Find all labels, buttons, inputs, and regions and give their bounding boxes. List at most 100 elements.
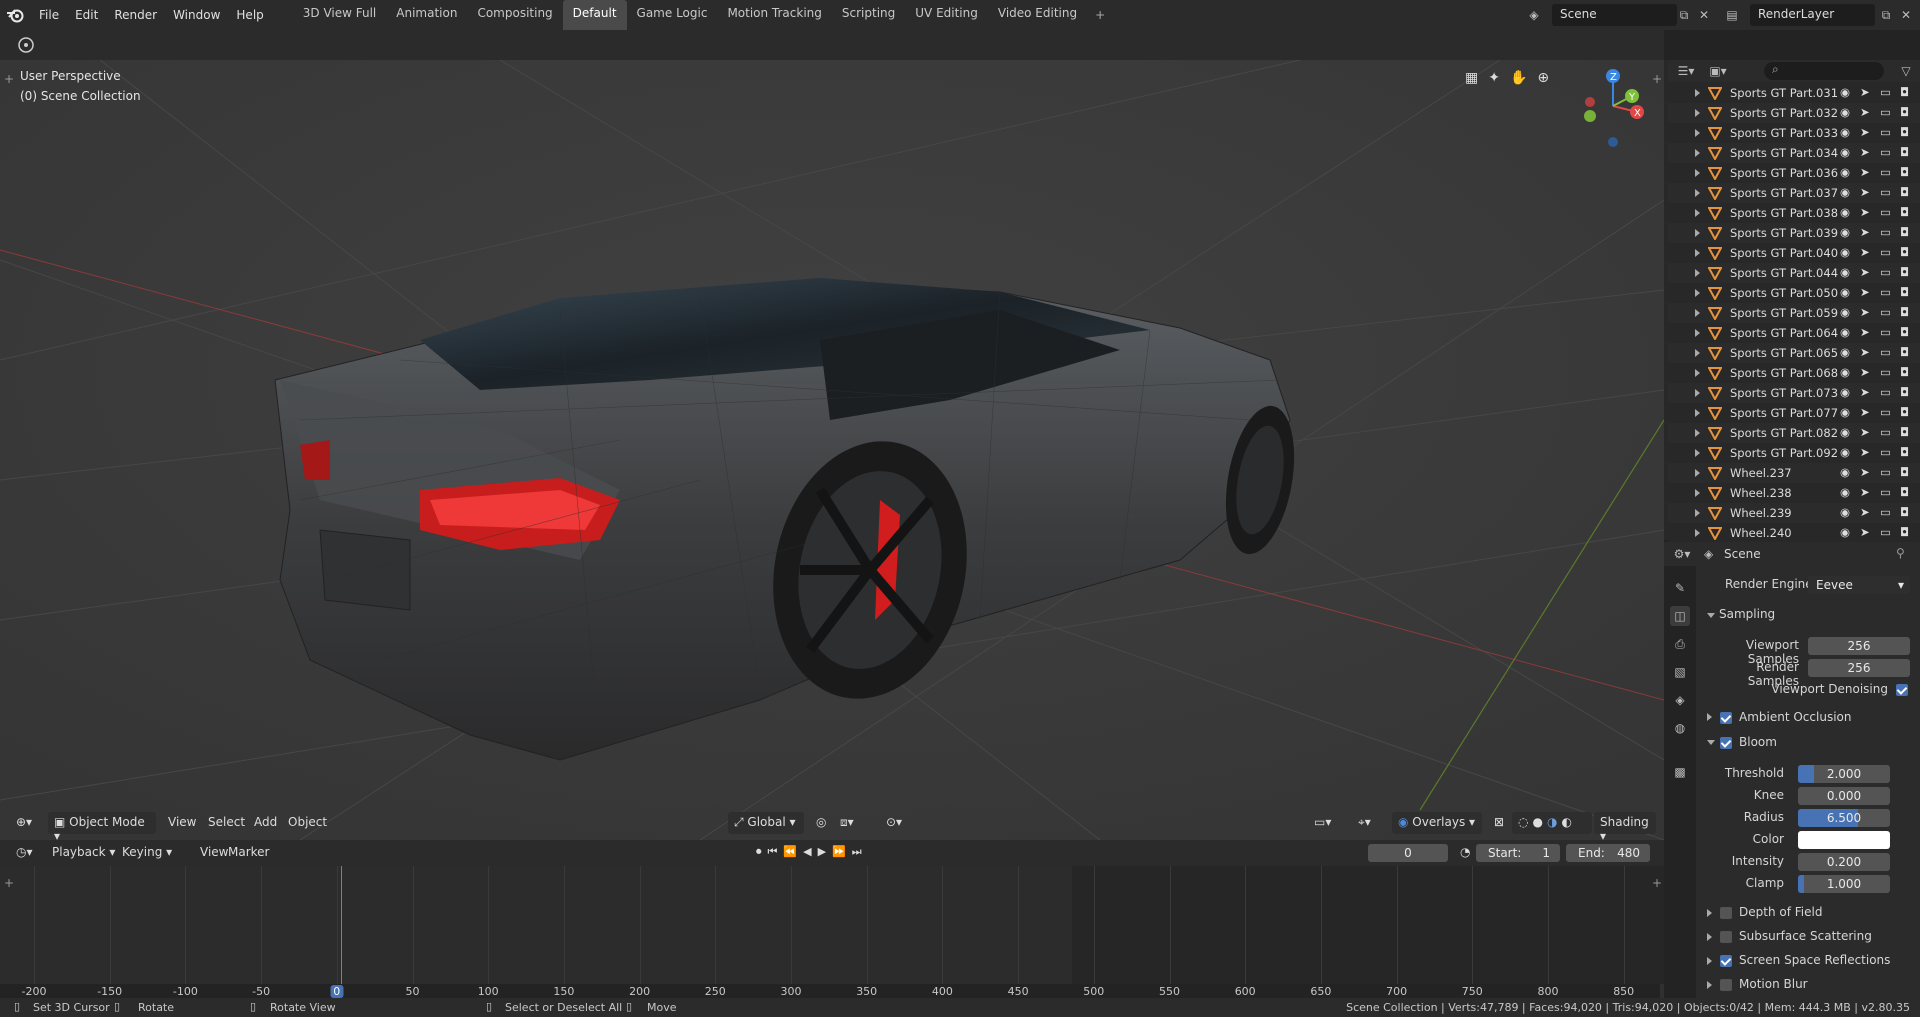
end-frame-field[interactable]: End: 480 [1566, 844, 1650, 862]
outliner-row[interactable]: Sports GT Part.032 ◉ ➤ ▭ ◘ [1668, 103, 1920, 123]
toolbar-toggle-icon[interactable]: + [4, 72, 14, 86]
timeline-editor-type-icon[interactable]: ◷▾ [10, 842, 39, 864]
outliner-row[interactable]: Sports GT Part.034 ◉ ➤ ▭ ◘ [1668, 143, 1920, 163]
viewport-denoising-checkbox[interactable] [1896, 684, 1908, 696]
viewport-display-icon[interactable]: ▭ [1880, 165, 1891, 179]
render-camera-icon[interactable]: ◘ [1900, 125, 1909, 139]
visibility-eye-icon[interactable]: ◉ [1840, 525, 1850, 539]
selectable-arrow-icon[interactable]: ➤ [1860, 125, 1870, 139]
motion-blur-expand-icon[interactable] [1707, 981, 1712, 989]
zoom-icon[interactable]: ⊕ [1537, 70, 1549, 90]
timeline-sidebar-toggle-icon[interactable]: + [1652, 876, 1662, 890]
expand-icon[interactable] [1695, 149, 1700, 157]
dof-checkbox[interactable] [1720, 907, 1732, 919]
visibility-eye-icon[interactable]: ◉ [1840, 285, 1850, 299]
view-layer-tab-icon[interactable]: ▧ [1670, 662, 1690, 682]
expand-icon[interactable] [1695, 329, 1700, 337]
outliner-row[interactable]: Wheel.240 ◉ ➤ ▭ ◘ [1668, 523, 1920, 543]
outliner-row[interactable]: Sports GT Part.065 ◉ ➤ ▭ ◘ [1668, 343, 1920, 363]
outliner-row[interactable]: Sports GT Part.038 ◉ ➤ ▭ ◘ [1668, 203, 1920, 223]
visibility-eye-icon[interactable]: ◉ [1840, 485, 1850, 499]
viewport-display-icon[interactable]: ▭ [1880, 125, 1891, 139]
viewport-display-icon[interactable]: ▭ [1880, 265, 1891, 279]
render-engine-select[interactable]: Eevee ▾ [1808, 576, 1910, 594]
outliner-row[interactable]: Sports GT Part.037 ◉ ➤ ▭ ◘ [1668, 183, 1920, 203]
viewport-display-icon[interactable]: ▭ [1880, 465, 1891, 479]
play-reverse-icon[interactable]: ◀ [803, 845, 811, 861]
render-camera-icon[interactable]: ◘ [1900, 205, 1909, 219]
expand-icon[interactable] [1695, 289, 1700, 297]
selectable-arrow-icon[interactable]: ➤ [1860, 365, 1870, 379]
keying-menu[interactable]: Keying ▾ [116, 842, 178, 864]
current-frame-field[interactable]: 0 [1368, 844, 1448, 862]
expand-icon[interactable] [1695, 489, 1700, 497]
expand-icon[interactable] [1695, 409, 1700, 417]
render-camera-icon[interactable]: ◘ [1900, 145, 1909, 159]
menu-file[interactable]: File [32, 4, 66, 26]
sidebar-toggle-icon[interactable]: + [1652, 72, 1662, 86]
viewport-display-icon[interactable]: ▭ [1880, 305, 1891, 319]
selectable-arrow-icon[interactable]: ➤ [1860, 145, 1870, 159]
viewport-display-icon[interactable]: ▭ [1880, 445, 1891, 459]
selectable-arrow-icon[interactable]: ➤ [1860, 285, 1870, 299]
view-layer-icon[interactable]: ▤ [1722, 5, 1742, 25]
sampling-header[interactable]: Sampling [1719, 607, 1775, 621]
timeline-channel-toggle-icon[interactable]: + [4, 876, 14, 890]
expand-icon[interactable] [1695, 109, 1700, 117]
expand-icon[interactable] [1695, 269, 1700, 277]
selectable-arrow-icon[interactable]: ➤ [1860, 105, 1870, 119]
viewport-display-icon[interactable]: ▭ [1880, 365, 1891, 379]
selectable-arrow-icon[interactable]: ➤ [1860, 405, 1870, 419]
expand-icon[interactable] [1695, 389, 1700, 397]
selectable-arrow-icon[interactable]: ➤ [1860, 525, 1870, 539]
expand-icon[interactable] [1695, 429, 1700, 437]
render-camera-icon[interactable]: ◘ [1900, 465, 1909, 479]
selectable-arrow-icon[interactable]: ➤ [1860, 165, 1870, 179]
render-camera-icon[interactable]: ◘ [1900, 105, 1909, 119]
outliner-row[interactable]: Sports GT Part.040 ◉ ➤ ▭ ◘ [1668, 243, 1920, 263]
filter-icon[interactable]: ▽ [1896, 61, 1916, 81]
visibility-eye-icon[interactable]: ◉ [1840, 365, 1850, 379]
jump-start-icon[interactable]: ⏮ [768, 845, 778, 861]
new-layer-icon[interactable]: ⧉ [1876, 5, 1896, 25]
viewport-display-icon[interactable]: ▭ [1880, 485, 1891, 499]
timeline-scrub[interactable] [0, 984, 1660, 998]
xray-icon[interactable]: ⊠ [1488, 812, 1510, 834]
expand-icon[interactable] [1695, 129, 1700, 137]
expand-icon[interactable] [1695, 209, 1700, 217]
sss-checkbox[interactable] [1720, 931, 1732, 943]
expand-icon[interactable] [1695, 369, 1700, 377]
outliner-row[interactable]: Sports GT Part.064 ◉ ➤ ▭ ◘ [1668, 323, 1920, 343]
ssr-expand-icon[interactable] [1707, 957, 1712, 965]
visibility-eye-icon[interactable]: ◉ [1840, 265, 1850, 279]
editor-type-icon[interactable]: ⊕▾ [10, 812, 38, 834]
render-camera-icon[interactable]: ◘ [1900, 225, 1909, 239]
threshold-field[interactable]: 2.000 [1798, 765, 1890, 783]
object-type-visibility-icon[interactable]: ▭▾ [1308, 812, 1337, 834]
render-camera-icon[interactable]: ◘ [1900, 325, 1909, 339]
view-layer-selector[interactable]: RenderLayer [1750, 4, 1875, 26]
outliner-row[interactable]: Sports GT Part.068 ◉ ➤ ▭ ◘ [1668, 363, 1920, 383]
viewport-display-icon[interactable]: ▭ [1880, 205, 1891, 219]
timeline-area[interactable]: -200 -150 -100 -50 0 50 100 150 200 250 300 350 400 4… [0, 866, 1664, 998]
world-tab-icon[interactable]: ◍ [1670, 718, 1690, 738]
start-frame-field[interactable]: Start: 1 [1476, 844, 1560, 862]
blender-logo-icon[interactable] [0, 0, 30, 30]
menu-help[interactable]: Help [229, 4, 270, 26]
outliner-search-input[interactable]: ⌕ [1764, 62, 1884, 80]
workspace-tab-compositing[interactable]: Compositing [467, 0, 562, 30]
visibility-eye-icon[interactable]: ◉ [1840, 385, 1850, 399]
visibility-eye-icon[interactable]: ◉ [1840, 305, 1850, 319]
expand-icon[interactable] [1695, 309, 1700, 317]
outliner-row[interactable]: Sports GT Part.050 ◉ ➤ ▭ ◘ [1668, 283, 1920, 303]
select-menu[interactable]: Select [202, 812, 251, 834]
visibility-eye-icon[interactable]: ◉ [1840, 325, 1850, 339]
viewport-display-icon[interactable]: ▭ [1880, 345, 1891, 359]
ao-header[interactable]: Ambient Occlusion [1739, 710, 1851, 724]
expand-icon[interactable] [1695, 449, 1700, 457]
pin-icon[interactable]: ⚲ [1896, 546, 1905, 560]
object-menu[interactable]: Object [282, 812, 333, 834]
ao-checkbox[interactable] [1720, 712, 1732, 724]
sampling-expand-icon[interactable] [1707, 613, 1715, 618]
radius-field[interactable]: 6.500 [1798, 809, 1890, 827]
